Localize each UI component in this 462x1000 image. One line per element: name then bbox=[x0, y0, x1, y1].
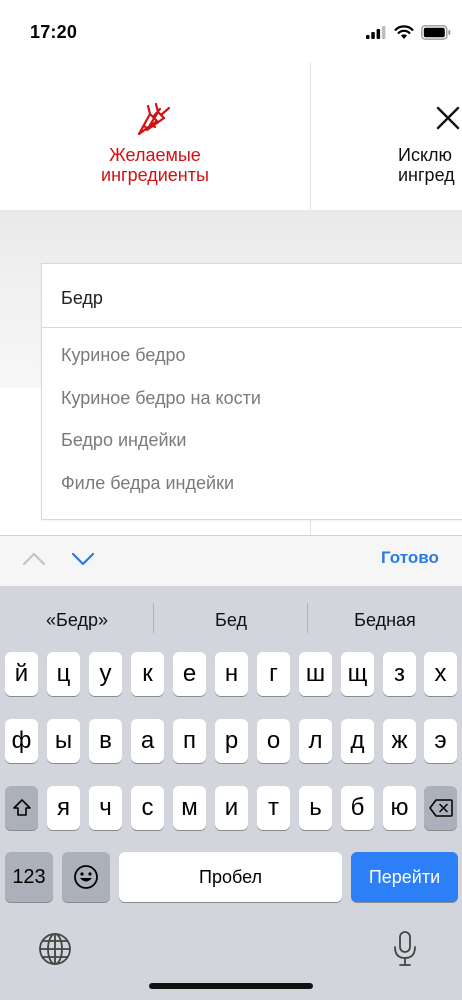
tab-desired-label-line1: Желаемые bbox=[109, 145, 201, 165]
search-input-value: Бедр bbox=[61, 288, 103, 308]
chevron-down-icon[interactable] bbox=[71, 551, 95, 567]
suggestion-item[interactable]: Бедро индейки bbox=[61, 430, 186, 451]
suggestion-item[interactable]: Куриное бедро bbox=[61, 345, 186, 366]
key-letter[interactable]: о bbox=[257, 719, 290, 763]
cellular-signal-icon bbox=[366, 26, 386, 39]
tab-excluded-ingredients[interactable]: Исклю ингред bbox=[311, 62, 462, 210]
backspace-key[interactable] bbox=[424, 786, 457, 830]
key-letter[interactable]: а bbox=[131, 719, 164, 763]
space-key[interactable]: Пробел bbox=[119, 852, 342, 902]
prediction-item[interactable]: Бедная bbox=[308, 610, 462, 631]
tab-exclude-label-line1: Исклю bbox=[398, 145, 453, 165]
key-letter[interactable]: ь bbox=[299, 786, 332, 830]
key-letter[interactable]: я bbox=[47, 786, 80, 830]
key-letter[interactable]: з bbox=[383, 652, 416, 696]
key-letter[interactable]: э bbox=[424, 719, 457, 763]
suggestion-item[interactable]: Куриное бедро на кости bbox=[61, 388, 261, 409]
close-icon bbox=[436, 106, 460, 130]
key-letter[interactable]: ф bbox=[5, 719, 38, 763]
go-key[interactable]: Перейти bbox=[351, 852, 458, 902]
carrot-icon bbox=[137, 102, 171, 136]
home-indicator bbox=[149, 983, 313, 989]
key-letter[interactable]: е bbox=[173, 652, 206, 696]
key-letter[interactable]: и bbox=[215, 786, 248, 830]
microphone-icon[interactable] bbox=[392, 930, 418, 968]
tab-desired-label-line2: ингредиенты bbox=[101, 165, 209, 185]
key-letter[interactable]: г bbox=[257, 652, 290, 696]
tab-exclude-label-line2: ингред bbox=[398, 165, 455, 185]
chevron-up-icon[interactable] bbox=[22, 551, 46, 567]
key-letter[interactable]: х bbox=[424, 652, 457, 696]
key-letter[interactable]: п bbox=[173, 719, 206, 763]
key-letter[interactable]: ы bbox=[47, 719, 80, 763]
key-letter[interactable]: н bbox=[215, 652, 248, 696]
key-letter[interactable]: ш bbox=[299, 652, 332, 696]
key-letter[interactable]: р bbox=[215, 719, 248, 763]
suggestion-item[interactable]: Филе бедра индейки bbox=[61, 473, 234, 494]
numbers-key[interactable]: 123 bbox=[5, 852, 53, 902]
key-letter[interactable]: к bbox=[131, 652, 164, 696]
shift-icon bbox=[12, 799, 31, 816]
key-letter[interactable]: й bbox=[5, 652, 38, 696]
ingredient-search-panel: Бедр Куриное бедро Куриное бедро на кост… bbox=[41, 263, 462, 520]
backspace-icon bbox=[428, 799, 453, 817]
prediction-item[interactable]: «Бедр» bbox=[0, 610, 154, 631]
key-letter[interactable]: ж bbox=[383, 719, 416, 763]
shift-key[interactable] bbox=[5, 786, 38, 830]
search-input[interactable]: Бедр bbox=[42, 264, 462, 328]
key-letter[interactable]: у bbox=[89, 652, 122, 696]
key-letter[interactable]: ю bbox=[383, 786, 416, 830]
wifi-icon bbox=[394, 25, 414, 39]
key-letter[interactable]: д bbox=[341, 719, 374, 763]
done-button[interactable]: Готово bbox=[381, 548, 439, 568]
key-letter[interactable]: б bbox=[341, 786, 374, 830]
key-letter[interactable]: ц bbox=[47, 652, 80, 696]
key-letter[interactable]: в bbox=[89, 719, 122, 763]
status-time: 17:20 bbox=[30, 22, 78, 42]
key-letter[interactable]: ч bbox=[89, 786, 122, 830]
emoji-icon bbox=[74, 865, 98, 889]
battery-icon bbox=[421, 25, 451, 40]
key-letter[interactable]: щ bbox=[341, 652, 374, 696]
prediction-item[interactable]: Бед bbox=[154, 610, 308, 631]
key-letter[interactable]: л bbox=[299, 719, 332, 763]
key-letter[interactable]: с bbox=[131, 786, 164, 830]
globe-icon[interactable] bbox=[38, 932, 72, 966]
key-letter[interactable]: т bbox=[257, 786, 290, 830]
key-letter[interactable]: м bbox=[173, 786, 206, 830]
emoji-key[interactable] bbox=[62, 852, 110, 902]
